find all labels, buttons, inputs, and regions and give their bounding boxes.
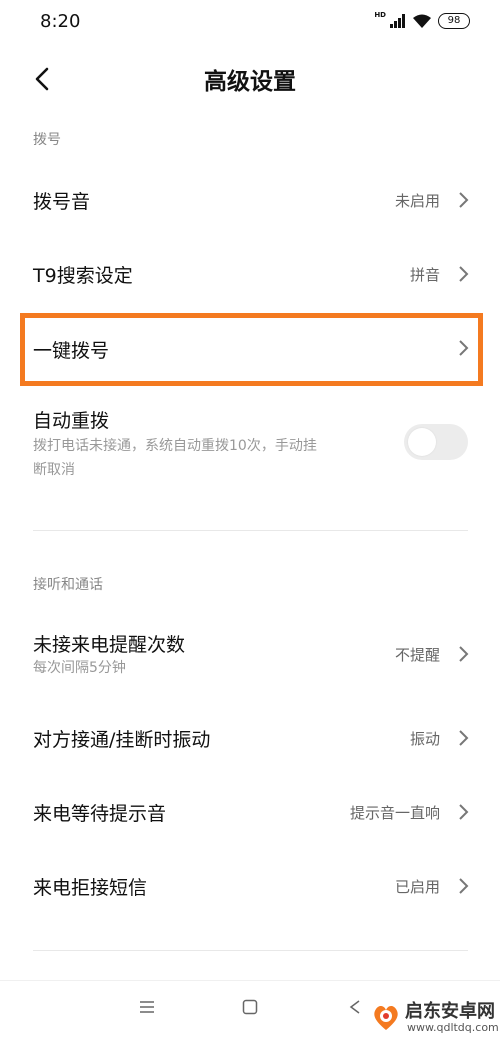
watermark-url: www.qdltdq.com	[407, 1021, 499, 1034]
chevron-right-icon	[459, 340, 469, 356]
chevron-right-icon	[459, 878, 469, 894]
row-label: 对方接通/挂断时振动	[33, 729, 211, 751]
chevron-right-icon	[459, 730, 469, 746]
section-title-call: 接听和通话	[33, 577, 103, 593]
row-call-waiting-tone[interactable]: 来电等待提示音 提示音一直响	[0, 776, 500, 848]
row-value: 拼音	[409, 266, 440, 284]
header: 高级设置	[0, 50, 500, 110]
row-label: 未接来电提醒次数	[33, 634, 186, 656]
row-value: 不提醒	[394, 646, 440, 664]
row-missed-call-reminder[interactable]: 未接来电提醒次数 每次间隔5分钟 不提醒	[0, 618, 500, 698]
row-subtitle: 每次间隔5分钟	[33, 660, 126, 676]
section-title-dial: 拨号	[33, 132, 61, 148]
divider	[33, 950, 468, 951]
row-value: 已启用	[394, 878, 440, 896]
row-label: 一键拨号	[33, 340, 110, 362]
watermark-text: 启东安卓网	[405, 1001, 495, 1022]
back-triangle-icon[interactable]	[348, 999, 362, 1015]
row-value: 振动	[409, 730, 440, 748]
home-icon[interactable]	[242, 999, 258, 1015]
status-bar: 8:20 HD 98	[0, 0, 500, 44]
battery-indicator: 98	[438, 13, 470, 29]
watermark-logo-icon	[374, 1005, 398, 1030]
row-value: 提示音一直响	[349, 804, 440, 822]
row-t9-search[interactable]: T9搜索设定 拼音	[0, 238, 500, 310]
status-time: 8:20	[40, 11, 81, 32]
chevron-right-icon	[459, 266, 469, 282]
chevron-right-icon	[459, 192, 469, 208]
chevron-right-icon	[459, 646, 469, 662]
signal-icon	[390, 14, 405, 28]
menu-icon[interactable]	[139, 999, 155, 1015]
row-value: 未启用	[394, 192, 440, 210]
divider	[33, 530, 468, 531]
chevron-right-icon	[459, 804, 469, 820]
status-icons: HD 98	[374, 10, 470, 32]
row-label: 自动重拨	[33, 410, 110, 432]
wifi-icon	[413, 14, 431, 28]
row-connect-vibrate[interactable]: 对方接通/挂断时振动 振动	[0, 702, 500, 774]
row-speed-dial[interactable]: 一键拨号	[0, 314, 500, 384]
row-subtitle-line-2: 断取消	[33, 462, 75, 478]
row-reject-sms[interactable]: 来电拒接短信 已启用	[0, 850, 500, 922]
row-auto-redial: 自动重拨 拨打电话未接通，系统自动重拨10次，手动挂 断取消	[0, 400, 500, 500]
row-label: 来电拒接短信	[33, 877, 148, 899]
row-subtitle-line-1: 拨打电话未接通，系统自动重拨10次，手动挂	[33, 438, 317, 454]
row-label: 拨号音	[33, 191, 91, 213]
auto-redial-toggle[interactable]	[404, 424, 468, 460]
page-title: 高级设置	[204, 69, 296, 95]
toggle-knob	[408, 428, 436, 456]
row-label: T9搜索设定	[33, 265, 133, 287]
watermark: 启东安卓网 www.qdltdq.com	[370, 995, 500, 1042]
row-label: 来电等待提示音	[33, 803, 167, 825]
network-type-label: HD	[374, 11, 386, 19]
row-dial-tone[interactable]: 拨号音 未启用	[0, 164, 500, 236]
